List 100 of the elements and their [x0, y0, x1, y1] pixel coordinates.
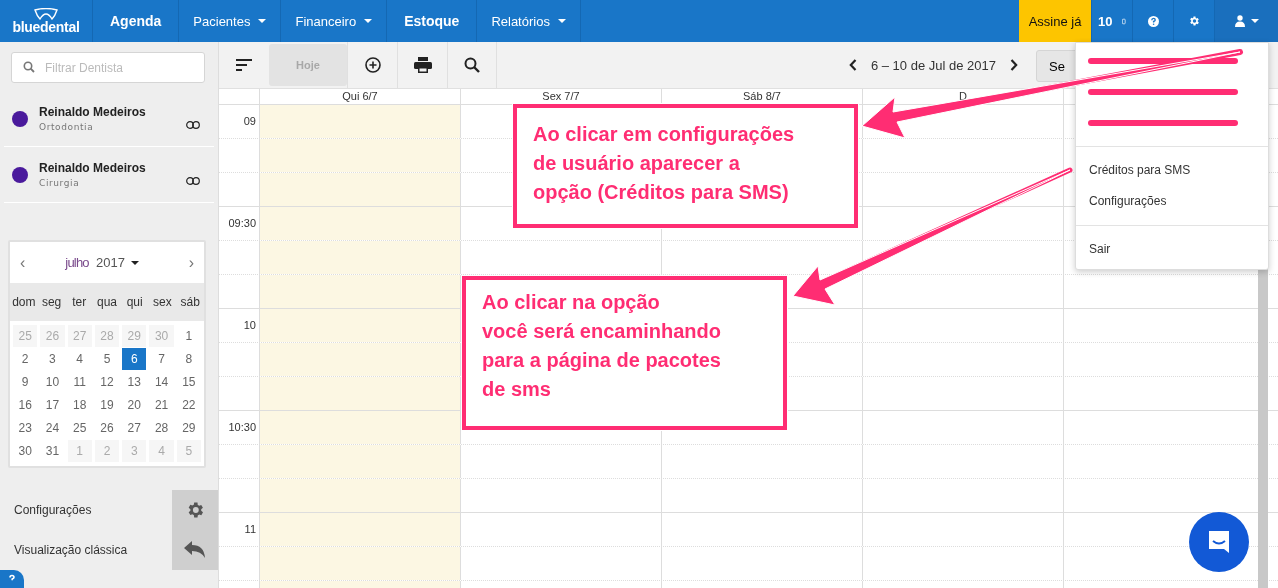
tooth-icon — [33, 7, 59, 20]
help-button[interactable] — [0, 570, 24, 588]
help-icon — [1147, 15, 1159, 27]
chevron-left-icon — [848, 59, 857, 71]
today-slot[interactable] — [260, 241, 461, 274]
day-cell[interactable]: 16 — [13, 394, 38, 416]
undo-icon — [184, 541, 206, 559]
day-cell[interactable]: 24 — [40, 417, 65, 439]
today-slot[interactable] — [260, 513, 461, 546]
day-cell[interactable]: 31 — [40, 440, 65, 462]
weekday-label: seg — [40, 295, 63, 309]
day-cell[interactable]: 1 — [176, 325, 201, 347]
caret-icon — [130, 260, 139, 265]
day-cell[interactable]: 22 — [176, 394, 201, 416]
next-month-button[interactable]: › — [188, 253, 194, 272]
today-slot[interactable] — [260, 343, 461, 376]
today-slot[interactable] — [260, 479, 461, 512]
day-cell[interactable]: 30 — [13, 440, 38, 462]
logo-text: bluedental — [12, 18, 80, 35]
day-cell[interactable]: 23 — [13, 417, 38, 439]
today-slot[interactable] — [260, 173, 461, 206]
subscribe-button[interactable]: Assine já — [1019, 0, 1091, 42]
day-cell[interactable]: 28 — [149, 417, 174, 439]
time-label: 09 — [243, 115, 256, 127]
weekday-label: sex — [152, 295, 173, 309]
sidebar-link[interactable]: Configurações — [0, 503, 172, 517]
search-icon — [464, 57, 480, 73]
today-slot[interactable] — [260, 377, 461, 410]
day-header: Qui 6/7 — [260, 89, 461, 104]
today-slot[interactable] — [260, 445, 461, 478]
weekday-label: sáb — [179, 295, 201, 309]
today-slot[interactable] — [260, 309, 461, 342]
time-label: 09:30 — [228, 217, 256, 229]
day-cell[interactable]: 19 — [94, 394, 120, 416]
today-slot[interactable] — [260, 547, 461, 580]
toggle-icon[interactable] — [186, 120, 200, 129]
day-cell[interactable]: 5 — [94, 348, 120, 370]
menu-item[interactable]: Créditos para SMS — [1076, 155, 1268, 186]
day-cell[interactable]: 12 — [94, 371, 120, 393]
previous-month-button[interactable]: ‹ — [20, 253, 26, 272]
caret-icon — [557, 19, 566, 23]
day-cell[interactable]: 15 — [176, 371, 201, 393]
day-cell[interactable]: 6 — [122, 348, 147, 370]
phone-icon — [1122, 16, 1126, 26]
day-cell[interactable]: 14 — [149, 371, 174, 393]
date-range: 6 – 10 de Jul de 2017 — [869, 57, 997, 73]
day-cell[interactable]: 21 — [149, 394, 174, 416]
day-cell[interactable]: 17 — [40, 394, 65, 416]
search-field[interactable]: Filtrar Dentista — [11, 52, 205, 83]
day-cell[interactable]: 3 — [40, 348, 65, 370]
month-title[interactable]: julho 2017 — [65, 255, 125, 270]
annotation-text: Ao clicar em configurações de usuário aparecer a opção (Créditos para SMS) — [533, 123, 795, 203]
day-cell[interactable]: 10 — [40, 371, 65, 393]
sort-icon — [236, 59, 252, 71]
day-cell[interactable]: 4 — [67, 348, 92, 370]
weekday-label: dom — [11, 295, 37, 309]
day-cell[interactable]: 9 — [13, 371, 38, 393]
sidebar-icon-button[interactable] — [172, 490, 218, 530]
day-cell[interactable]: 11 — [67, 371, 92, 393]
day-cell[interactable]: 7 — [149, 348, 174, 370]
search-icon — [23, 61, 35, 73]
today-slot[interactable] — [260, 207, 461, 240]
user-icon — [1234, 15, 1245, 27]
day-cell[interactable]: 29 — [176, 417, 201, 439]
add-icon — [364, 57, 381, 73]
day-cell[interactable]: 25 — [67, 417, 92, 439]
weekday-label: qui — [125, 295, 144, 309]
sidebar-link[interactable]: Visualização clássica — [0, 543, 172, 557]
day-cell[interactable]: 20 — [122, 394, 147, 416]
today-slot[interactable] — [260, 411, 461, 444]
user-menu-button[interactable] — [1214, 0, 1278, 42]
sidebar-icon-button[interactable] — [172, 530, 218, 570]
day-cell[interactable]: 26 — [94, 417, 120, 439]
weekday-label: ter — [71, 295, 88, 309]
today-slot[interactable] — [260, 105, 461, 138]
dentist-specialty: Cirurgia — [39, 178, 81, 188]
toggle-icon[interactable] — [186, 176, 200, 185]
chat-button[interactable] — [1189, 512, 1249, 572]
time-label: 11 — [244, 523, 256, 535]
printer-icon — [413, 57, 432, 73]
annotation-text: Ao clicar na opção você será encaminhando para a página de pacotes de sms — [482, 291, 721, 400]
today-slot[interactable] — [260, 275, 461, 308]
weekday-label: qua — [95, 295, 118, 309]
time-label: 10:30 — [228, 421, 256, 433]
chat-icon — [1206, 529, 1232, 555]
chevron-right-icon — [1010, 59, 1018, 71]
dentist-name: Reinaldo Medeiros — [39, 161, 147, 175]
time-label: 10 — [243, 319, 256, 331]
day-cell[interactable]: 18 — [67, 394, 92, 416]
today-slot[interactable] — [260, 139, 461, 172]
day-cell[interactable]: 13 — [122, 371, 147, 393]
dentist-name: Reinaldo Medeiros — [39, 105, 147, 119]
day-cell[interactable]: 2 — [13, 348, 38, 370]
menu-item[interactable]: Sair — [1076, 234, 1268, 265]
day-cell[interactable]: 8 — [176, 348, 201, 370]
settings-icon — [1188, 15, 1200, 27]
menu-item[interactable]: Configurações — [1076, 186, 1268, 217]
day-cell[interactable]: 27 — [122, 417, 147, 439]
search-button[interactable] — [447, 42, 497, 88]
caret-icon — [258, 19, 267, 23]
